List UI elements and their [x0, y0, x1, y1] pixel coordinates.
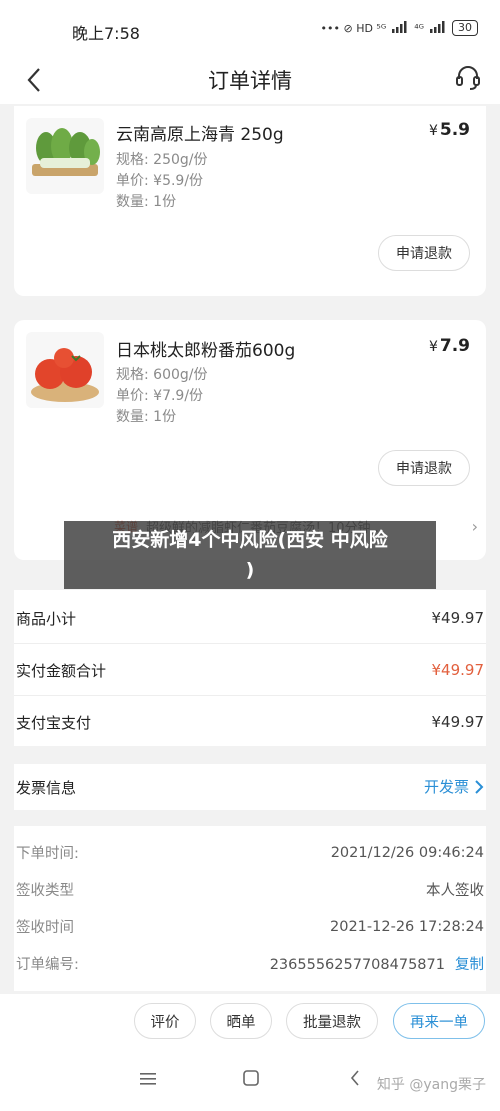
order-number-row: 订单编号: 2365556257708475871 复制 — [14, 945, 486, 982]
back-nav-icon[interactable] — [350, 1070, 360, 1091]
alipay-value: ¥49.97 — [431, 713, 485, 731]
invoice-card: 发票信息 开发票 — [14, 764, 486, 810]
product-unit-price: 单价: ¥7.9/份 — [116, 388, 204, 404]
receipt-time-row: 签收时间 2021-12-26 17:28:24 — [14, 908, 486, 945]
product-meta: 规格: 250g/份 单价: ¥5.9/份 数量: 1份 — [116, 150, 208, 213]
issue-invoice-link[interactable]: 开发票 — [424, 776, 484, 797]
menu-icon[interactable] — [140, 1070, 156, 1091]
invoice-label: 发票信息 — [16, 779, 77, 797]
alipay-row: 支付宝支付 ¥49.97 — [14, 696, 486, 748]
product-quantity: 数量: 1份 — [116, 409, 177, 425]
paid-total-label: 实付金额合计 — [16, 661, 107, 680]
product-meta: 规格: 600g/份 单价: ¥7.9/份 数量: 1份 — [116, 365, 208, 428]
alipay-label: 支付宝支付 — [16, 713, 92, 732]
overlay-line-2: ) — [245, 559, 255, 581]
customer-service-button[interactable] — [452, 62, 484, 94]
watermark: 知乎 @yang栗子 — [376, 1077, 486, 1093]
signal-icon — [392, 20, 408, 36]
status-time: 晚上7:58 — [72, 24, 140, 43]
subtotal-row: 商品小计 ¥49.97 — [14, 592, 486, 644]
order-time-value: 2021/12/26 09:46:24 — [330, 844, 484, 861]
status-bar: 晚上7:58 ••• ⊘ HD ⁵ᴳ ⁴ᴳ 30 — [0, 0, 500, 56]
signal-icon-2 — [430, 20, 446, 36]
share-order-button[interactable]: 晒单 — [210, 1003, 272, 1039]
receipt-type-label: 签收类型 — [16, 883, 74, 899]
product-price: ¥7.9 — [428, 336, 470, 356]
overlay-line-1: 西安新增4个中风险(西安 中风险 — [112, 529, 388, 551]
product-unit-price: 单价: ¥5.9/份 — [116, 173, 204, 189]
paid-total-value: ¥49.97 — [431, 661, 485, 679]
subtotal-value: ¥49.97 — [431, 609, 485, 627]
batch-refund-button[interactable]: 批量退款 — [286, 1003, 378, 1039]
order-number-group: 2365556257708475871 复制 — [270, 953, 484, 974]
order-time-row: 下单时间: 2021/12/26 09:46:24 — [14, 834, 486, 871]
status-icons: ••• ⊘ HD ⁵ᴳ ⁴ᴳ 30 — [321, 20, 478, 36]
headset-icon — [456, 66, 480, 90]
refund-button[interactable]: 申请退款 — [378, 450, 470, 486]
page-title: 订单详情 — [208, 69, 292, 93]
chevron-right-icon — [475, 779, 484, 794]
reorder-button[interactable]: 再来一单 — [393, 1003, 485, 1039]
action-bar: 评价 晒单 批量退款 再来一单 — [0, 994, 500, 1050]
order-number-label: 订单编号: — [16, 957, 79, 973]
battery-indicator: 30 — [452, 20, 478, 36]
status-indicators: ••• ⊘ HD ⁵ᴳ — [320, 21, 387, 35]
receipt-type-row: 签收类型 本人签收 — [14, 871, 486, 908]
nav-bar: 订单详情 — [0, 56, 500, 104]
chevron-right-icon: › — [471, 516, 478, 536]
home-icon[interactable] — [243, 1070, 259, 1091]
network-type: ⁴ᴳ — [414, 21, 424, 35]
system-nav-bar: 知乎 @yang栗子 — [0, 1050, 500, 1111]
product-price: ¥5.9 — [428, 120, 470, 140]
product-quantity: 数量: 1份 — [116, 194, 177, 210]
product-spec: 规格: 600g/份 — [116, 367, 208, 383]
issue-invoice-label: 开发票 — [423, 778, 469, 796]
paid-total-row: 实付金额合计 ¥49.97 — [14, 644, 486, 696]
price-summary-card: 商品小计 ¥49.97 实付金额合计 ¥49.97 支付宝支付 ¥49.97 — [14, 590, 486, 746]
product-image-bok-choy — [26, 118, 104, 194]
receipt-time-value: 2021-12-26 17:28:24 — [330, 918, 484, 935]
product-image-tomato — [26, 332, 104, 408]
receipt-type-value: 本人签收 — [426, 883, 484, 899]
order-info-card: 下单时间: 2021/12/26 09:46:24 签收类型 本人签收 签收时间… — [14, 826, 486, 991]
receipt-time-label: 签收时间 — [16, 920, 74, 936]
product-card[interactable]: 云南高原上海青 250g ¥5.9 规格: 250g/份 单价: ¥5.9/份 … — [14, 106, 486, 296]
order-number-value: 2365556257708475871 — [269, 957, 445, 973]
copy-order-number-button[interactable]: 复制 — [455, 957, 484, 973]
product-spec: 规格: 250g/份 — [116, 152, 208, 168]
refund-button[interactable]: 申请退款 — [378, 235, 470, 271]
product-name: 日本桃太郎粉番茄600g — [116, 341, 296, 361]
order-time-label: 下单时间: — [16, 846, 79, 862]
review-button[interactable]: 评价 — [134, 1003, 196, 1039]
subtotal-label: 商品小计 — [16, 609, 77, 628]
product-name: 云南高原上海青 250g — [116, 125, 284, 145]
news-overlay-banner: 西安新增4个中风险(西安 中风险 ) — [64, 521, 436, 589]
